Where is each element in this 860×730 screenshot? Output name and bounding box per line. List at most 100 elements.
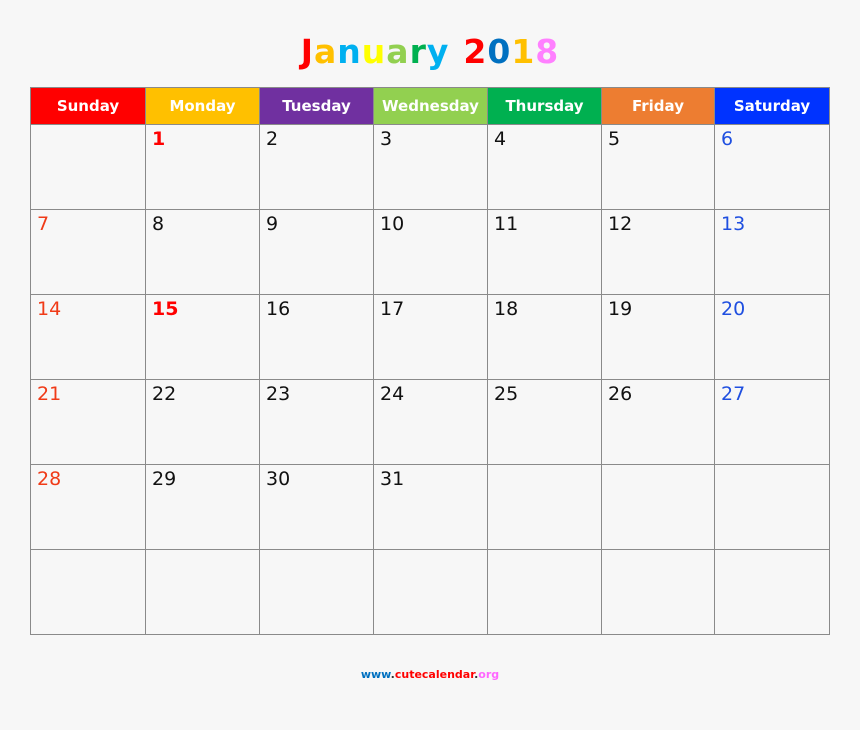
day-number: 14 [37, 298, 62, 320]
day-cell[interactable]: 5 [601, 124, 715, 210]
day-cell[interactable]: 25 [487, 379, 602, 465]
title-letter: y [426, 32, 450, 71]
day-cell[interactable]: 20 [714, 294, 830, 380]
day-cell[interactable]: 6 [714, 124, 830, 210]
empty-day-cell [714, 549, 830, 635]
holiday-day-number: 1 [152, 128, 166, 150]
holiday-day-number: 15 [152, 298, 179, 320]
day-number: 5 [608, 128, 621, 150]
week-row: 21 22 23 24 25 26 27 [30, 379, 830, 465]
title-letter: r [409, 32, 427, 71]
day-number: 13 [721, 213, 746, 235]
empty-day-cell [601, 464, 715, 550]
day-number: 21 [37, 383, 62, 405]
calendar-grid: Sunday Monday Tuesday Wednesday Thursday Frid… [30, 87, 830, 635]
empty-day-cell [373, 549, 488, 635]
title-letter: J [300, 32, 315, 71]
day-number: 3 [380, 128, 393, 150]
day-cell[interactable]: 27 [714, 379, 830, 465]
day-number: 29 [152, 468, 177, 490]
weekday-header-friday: Friday [601, 87, 715, 125]
day-cell[interactable]: 23 [259, 379, 374, 465]
day-number: 6 [721, 128, 734, 150]
day-number: 12 [608, 213, 633, 235]
month-title: January 2018 [0, 32, 860, 71]
day-cell[interactable]: 2 [259, 124, 374, 210]
day-cell[interactable]: 30 [259, 464, 374, 550]
weekday-header-saturday: Saturday [714, 87, 830, 125]
day-cell[interactable]: 15 [145, 294, 260, 380]
day-cell[interactable]: 9 [259, 209, 374, 295]
day-number: 17 [380, 298, 405, 320]
day-number: 20 [721, 298, 746, 320]
weekday-header-wednesday: Wednesday [373, 87, 488, 125]
footer-text-part: cutecalendar [394, 668, 475, 681]
day-number: 16 [266, 298, 291, 320]
title-letter: 0 [487, 32, 512, 71]
title-letter: a [314, 32, 338, 71]
day-cell[interactable]: 24 [373, 379, 488, 465]
day-cell[interactable]: 22 [145, 379, 260, 465]
day-number: 19 [608, 298, 633, 320]
day-number: 4 [494, 128, 507, 150]
day-number: 18 [494, 298, 519, 320]
day-number: 2 [266, 128, 279, 150]
day-cell[interactable]: 29 [145, 464, 260, 550]
day-cell[interactable]: 31 [373, 464, 488, 550]
title-letter: 2 [463, 32, 488, 71]
empty-day-cell [601, 549, 715, 635]
day-number: 26 [608, 383, 633, 405]
title-letter: n [337, 32, 362, 71]
day-cell[interactable]: 16 [259, 294, 374, 380]
day-cell[interactable]: 14 [30, 294, 146, 380]
weekday-header-tuesday: Tuesday [259, 87, 374, 125]
footer-website-link[interactable]: www.cutecalendar.org [0, 668, 860, 681]
day-number: 10 [380, 213, 405, 235]
day-number: 11 [494, 213, 519, 235]
day-number: 7 [37, 213, 50, 235]
title-letter: 1 [511, 32, 536, 71]
weekday-header-row: Sunday Monday Tuesday Wednesday Thursday Frid… [30, 87, 830, 125]
day-cell[interactable]: 28 [30, 464, 146, 550]
week-row: 14 15 16 17 18 19 20 [30, 294, 830, 380]
empty-day-cell [145, 549, 260, 635]
empty-day-cell [30, 124, 146, 210]
weekday-header-thursday: Thursday [487, 87, 602, 125]
day-number: 30 [266, 468, 291, 490]
empty-day-cell [259, 549, 374, 635]
empty-day-cell [487, 464, 602, 550]
week-row: 7 8 9 10 11 12 13 [30, 209, 830, 295]
day-cell[interactable]: 11 [487, 209, 602, 295]
footer-text-part: org [478, 668, 500, 681]
week-row: 28 29 30 31 [30, 464, 830, 550]
day-number: 25 [494, 383, 519, 405]
day-cell[interactable]: 1 [145, 124, 260, 210]
title-letter: u [361, 32, 387, 71]
title-letter: 8 [535, 32, 560, 71]
day-cell[interactable]: 17 [373, 294, 488, 380]
day-number: 22 [152, 383, 177, 405]
empty-day-cell [30, 549, 146, 635]
day-number: 31 [380, 468, 405, 490]
day-cell[interactable]: 10 [373, 209, 488, 295]
title-letter: a [386, 32, 410, 71]
day-cell[interactable]: 8 [145, 209, 260, 295]
day-number: 28 [37, 468, 62, 490]
day-number: 23 [266, 383, 291, 405]
day-cell[interactable]: 26 [601, 379, 715, 465]
footer-text-part: www [360, 668, 391, 681]
weekday-header-monday: Monday [145, 87, 260, 125]
day-cell[interactable]: 4 [487, 124, 602, 210]
day-cell[interactable]: 18 [487, 294, 602, 380]
day-number: 9 [266, 213, 279, 235]
day-cell[interactable]: 21 [30, 379, 146, 465]
week-row: 1 2 3 4 5 6 [30, 124, 830, 210]
empty-day-cell [487, 549, 602, 635]
day-cell[interactable]: 3 [373, 124, 488, 210]
day-cell[interactable]: 12 [601, 209, 715, 295]
weekday-header-sunday: Sunday [30, 87, 146, 125]
day-cell[interactable]: 19 [601, 294, 715, 380]
day-cell[interactable]: 13 [714, 209, 830, 295]
day-cell[interactable]: 7 [30, 209, 146, 295]
empty-day-cell [714, 464, 830, 550]
